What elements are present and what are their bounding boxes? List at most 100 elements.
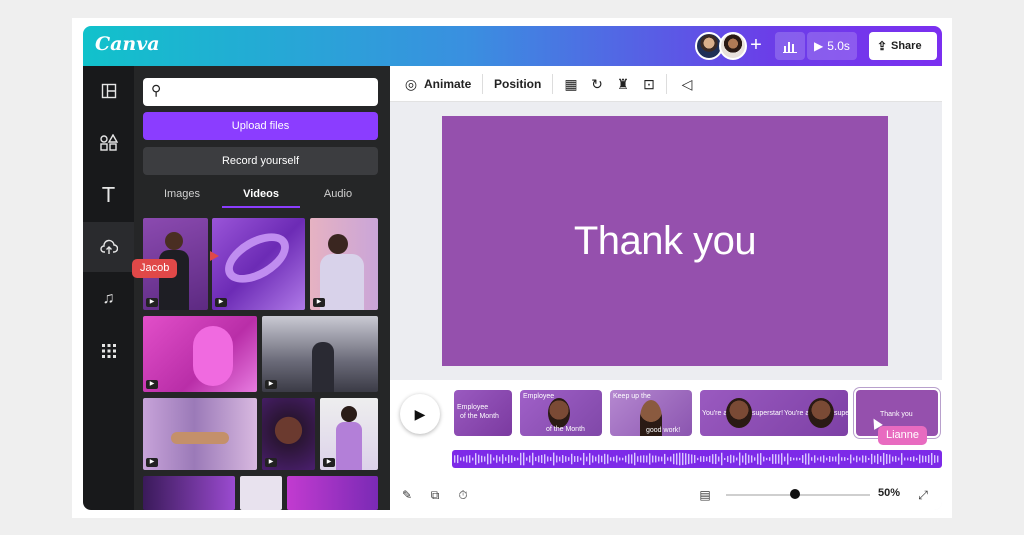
video-thumbnail[interactable]: ▶ [262,316,378,392]
video-icon: ▶ [265,458,277,467]
rail-text-button[interactable]: T [83,170,134,220]
timeline-clip[interactable]: You're a superstar! You're a super [700,390,848,436]
rail-uploads-button[interactable] [83,222,134,272]
toolbar-divider [552,74,553,94]
present-play-button[interactable]: ▶ 5.0s [807,32,857,60]
video-thumbnail[interactable] [287,476,378,510]
video-icon: ▶ [146,458,158,467]
video-icon: ▶ [323,458,335,467]
audio-track[interactable] [452,450,942,468]
zoom-slider-handle[interactable] [790,489,801,499]
video-icon: ▶ [265,380,277,389]
fullscreen-icon[interactable]: ⤢ [914,486,932,504]
video-thumbnail[interactable]: ▶ [320,398,378,470]
search-icon: ⚲ [151,82,162,98]
grid-view-icon[interactable]: ▤ [696,486,714,504]
timeline: ▶ Employee of the Month Employee of the … [390,380,942,510]
layout-icon [101,83,116,99]
screenshot-frame: Canva + ▶ 5.0s ⇪ Share T ♫ ⚲ Upload files … [72,18,952,518]
canva-editor-window: Canva + ▶ 5.0s ⇪ Share T ♫ ⚲ Upload files … [83,26,942,510]
clip-text: Thank you [880,411,913,418]
video-thumbnail[interactable] [143,476,235,510]
timeline-clip[interactable]: Employee of the Month [454,390,512,436]
add-collaborator-button[interactable]: + [745,34,767,58]
clip-text: Employee [523,393,555,400]
collaborator-avatar[interactable] [719,32,747,60]
notes-icon[interactable]: ✎ [398,486,416,504]
person-figure [312,342,334,392]
video-icon: ▶ [313,298,325,307]
video-preview-icon[interactable]: ⧉ [426,486,444,504]
collaborator-tag-jacob: Jacob [132,259,178,278]
volume-icon[interactable]: ◁ [678,74,696,94]
position-button[interactable]: Position [494,74,541,94]
top-bar: Canva + ▶ 5.0s ⇪ Share [83,26,942,66]
lock-icon[interactable]: ⊡ [640,74,658,94]
record-yourself-button[interactable]: Record yourself [143,147,378,175]
paint-roller-icon[interactable]: ♜ [614,74,632,94]
video-thumbnail[interactable]: ▶ [310,218,378,310]
cursor-pointer-jacob [210,251,219,261]
bar-chart-icon [783,42,797,53]
video-thumbnail[interactable] [240,476,282,510]
uploads-panel: ⚲ Upload files Record yourself Images Vi… [134,66,390,510]
collaborator-tag-lianne: Lianne [878,426,928,445]
upload-files-button[interactable]: Upload files [143,112,378,140]
timer-icon[interactable]: ⏱ [454,486,472,504]
video-icon: ▶ [146,298,158,307]
rotate-icon[interactable]: ↻ [588,74,606,94]
clip-text: super [834,410,848,417]
share-label: Share [891,40,922,52]
person-body [336,422,362,470]
timeline-clip[interactable]: Employee of the Month [520,390,602,436]
handshake-shape [171,432,229,444]
animate-icon: ◎ [404,76,418,92]
clip-text: good work! [646,427,681,434]
tab-videos[interactable]: Videos [222,184,300,208]
video-thumbnail[interactable]: ▶ [143,316,257,392]
text-icon: T [102,183,115,207]
video-icon: ▶ [215,298,227,307]
canvas-title-text[interactable]: Thank you [574,219,757,264]
zoom-level[interactable]: 50% [878,487,900,499]
clip-text: of the Month [460,413,499,420]
tab-audio[interactable]: Audio [310,184,366,208]
video-thumbnail[interactable]: ▶ [262,398,315,470]
cloud-upload-icon [99,239,118,254]
abstract-shape [193,326,233,386]
animate-button[interactable]: Animate [424,74,471,94]
share-button[interactable]: ⇪ Share [869,32,937,60]
side-rail: T ♫ [83,66,134,510]
search-input[interactable]: ⚲ [143,78,378,106]
toolbar-divider [482,74,483,94]
clip-text: You're a [702,410,728,417]
video-icon: ▶ [146,380,158,389]
rail-apps-button[interactable] [83,326,134,376]
insights-button[interactable] [775,32,805,60]
person-photo [808,398,834,428]
video-thumbnail[interactable]: ▶ [212,218,305,310]
person-photo [726,398,752,428]
tab-images[interactable]: Images [154,184,210,208]
shapes-icon [99,133,118,151]
transparency-icon[interactable]: ▦ [562,74,580,94]
canva-logo[interactable]: Canva [95,33,160,55]
clip-text: superstar! [752,410,784,417]
rail-design-button[interactable] [83,66,134,116]
design-canvas[interactable]: Thank you [442,116,888,366]
person-figure [341,406,357,422]
person-figure [165,232,183,250]
clip-text: You're a [784,410,810,417]
play-icon: ▶ [414,406,426,422]
abstract-swirl [216,223,298,293]
rail-audio-button[interactable]: ♫ [83,274,134,324]
clip-text: Employee [457,404,489,411]
timeline-clip[interactable]: Keep up the good work! [610,390,692,436]
person-body [320,254,364,310]
rail-elements-button[interactable] [83,118,134,168]
person-figure [328,234,348,254]
audio-waveform [454,452,939,466]
video-thumbnail[interactable]: ▶ [143,398,257,470]
timeline-play-button[interactable]: ▶ [400,394,440,434]
clip-text: Keep up the [613,393,651,400]
